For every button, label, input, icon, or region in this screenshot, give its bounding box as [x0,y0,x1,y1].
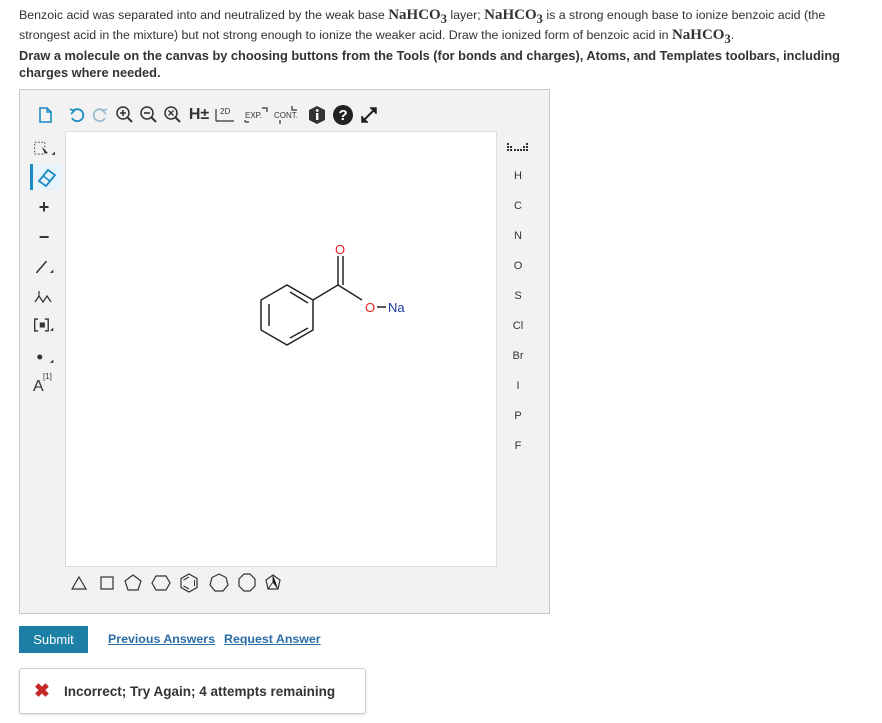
question-text-part: Benzoic acid was separated into and neut… [19,8,389,22]
svg-text:2D: 2D [220,107,230,116]
tools-toolbar: + − A [1] [30,134,63,434]
undo-icon[interactable] [66,104,88,126]
chain-tool-icon[interactable] [33,286,55,308]
atom-button-p[interactable]: P [505,406,531,426]
atom-button-c[interactable]: C [505,196,531,216]
question-text-part: layer; [446,8,485,22]
svg-text:CONT.: CONT. [274,111,298,120]
zoom-in-icon[interactable] [114,104,136,126]
chem-formula-1: NaHCO3 [388,7,447,26]
atom-button-br[interactable]: Br [505,346,531,366]
sodium-label: Na [388,300,405,315]
atoms-toolbar: H C N O S Cl Br I P F [505,137,531,457]
zoom-out-icon[interactable] [138,104,160,126]
explicit-hydrogens-button[interactable]: H± [186,104,212,126]
atom-button-cl[interactable]: Cl [505,316,531,336]
benzene-template-icon[interactable] [178,572,200,594]
select-tool-icon[interactable] [33,138,55,160]
chem-formula-3: NaHCO3 [671,27,731,46]
atom-button-f[interactable]: F [505,436,531,456]
chem-formula-2: NaHCO3 [484,7,543,26]
new-document-icon[interactable] [34,104,56,126]
atom-button-i[interactable]: I [505,376,531,396]
ester-bond [337,284,363,301]
ring-template-icon[interactable] [262,572,284,594]
oxygen-carbonyl-label: O [335,242,345,257]
bracket-tool-icon[interactable] [33,314,55,336]
benzene-ring [260,284,314,346]
atom-map-tool[interactable]: A [1] [33,372,63,398]
eraser-tool-icon[interactable] [30,164,61,190]
drawing-canvas[interactable]: O O Na [65,131,497,567]
zoom-reset-icon[interactable] [162,104,184,126]
instruction-text: Draw a molecule on the canvas by choosin… [19,48,840,80]
clean-2d-icon[interactable]: 2D [214,104,236,126]
atom-button-s[interactable]: S [505,286,531,306]
contract-button[interactable]: CONT. [272,104,302,126]
svg-text:?: ? [339,107,348,124]
atom-button-o[interactable]: O [505,256,531,276]
negative-charge-button[interactable]: − [33,226,55,248]
square-template-icon[interactable] [96,572,118,594]
molecule-drawing: O O Na [260,242,405,346]
help-icon[interactable]: ? [332,104,354,126]
feedback-text: Incorrect; Try Again; 4 attempts remaini… [64,684,336,699]
submit-button[interactable]: Submit [19,626,88,653]
feedback-box: ✖ Incorrect; Try Again; 4 attempts remai… [19,668,366,714]
atom-button-h[interactable]: H [505,166,531,186]
previous-answers-link[interactable]: Previous Answers [108,632,215,646]
request-answer-link[interactable]: Request Answer [224,632,321,646]
periodic-table-icon[interactable] [505,137,531,159]
pentagon-template-icon[interactable] [122,572,144,594]
ring-carbonyl-bond [312,284,339,301]
atom-button-n[interactable]: N [505,226,531,246]
svg-text:EXP.: EXP. [245,111,262,120]
expand-button[interactable]: EXP. [242,104,270,126]
question-text-part: . [730,28,735,42]
heptagon-template-icon[interactable] [208,572,230,594]
radical-tool-icon[interactable] [33,346,55,368]
question-text: Benzoic acid was separated into and neut… [19,7,874,47]
oxygen-ester-label: O [365,300,375,315]
triangle-template-icon[interactable] [68,572,90,594]
octagon-template-icon[interactable] [236,572,258,594]
info-icon[interactable] [306,104,328,126]
atom-map-index: [1] [43,372,52,381]
hexagon-template-icon[interactable] [150,572,172,594]
incorrect-icon: ✖ [34,681,50,702]
redo-icon[interactable] [89,104,111,126]
positive-charge-button[interactable]: + [33,196,55,218]
fullscreen-icon[interactable] [358,104,380,126]
single-bond-icon[interactable] [33,256,55,278]
